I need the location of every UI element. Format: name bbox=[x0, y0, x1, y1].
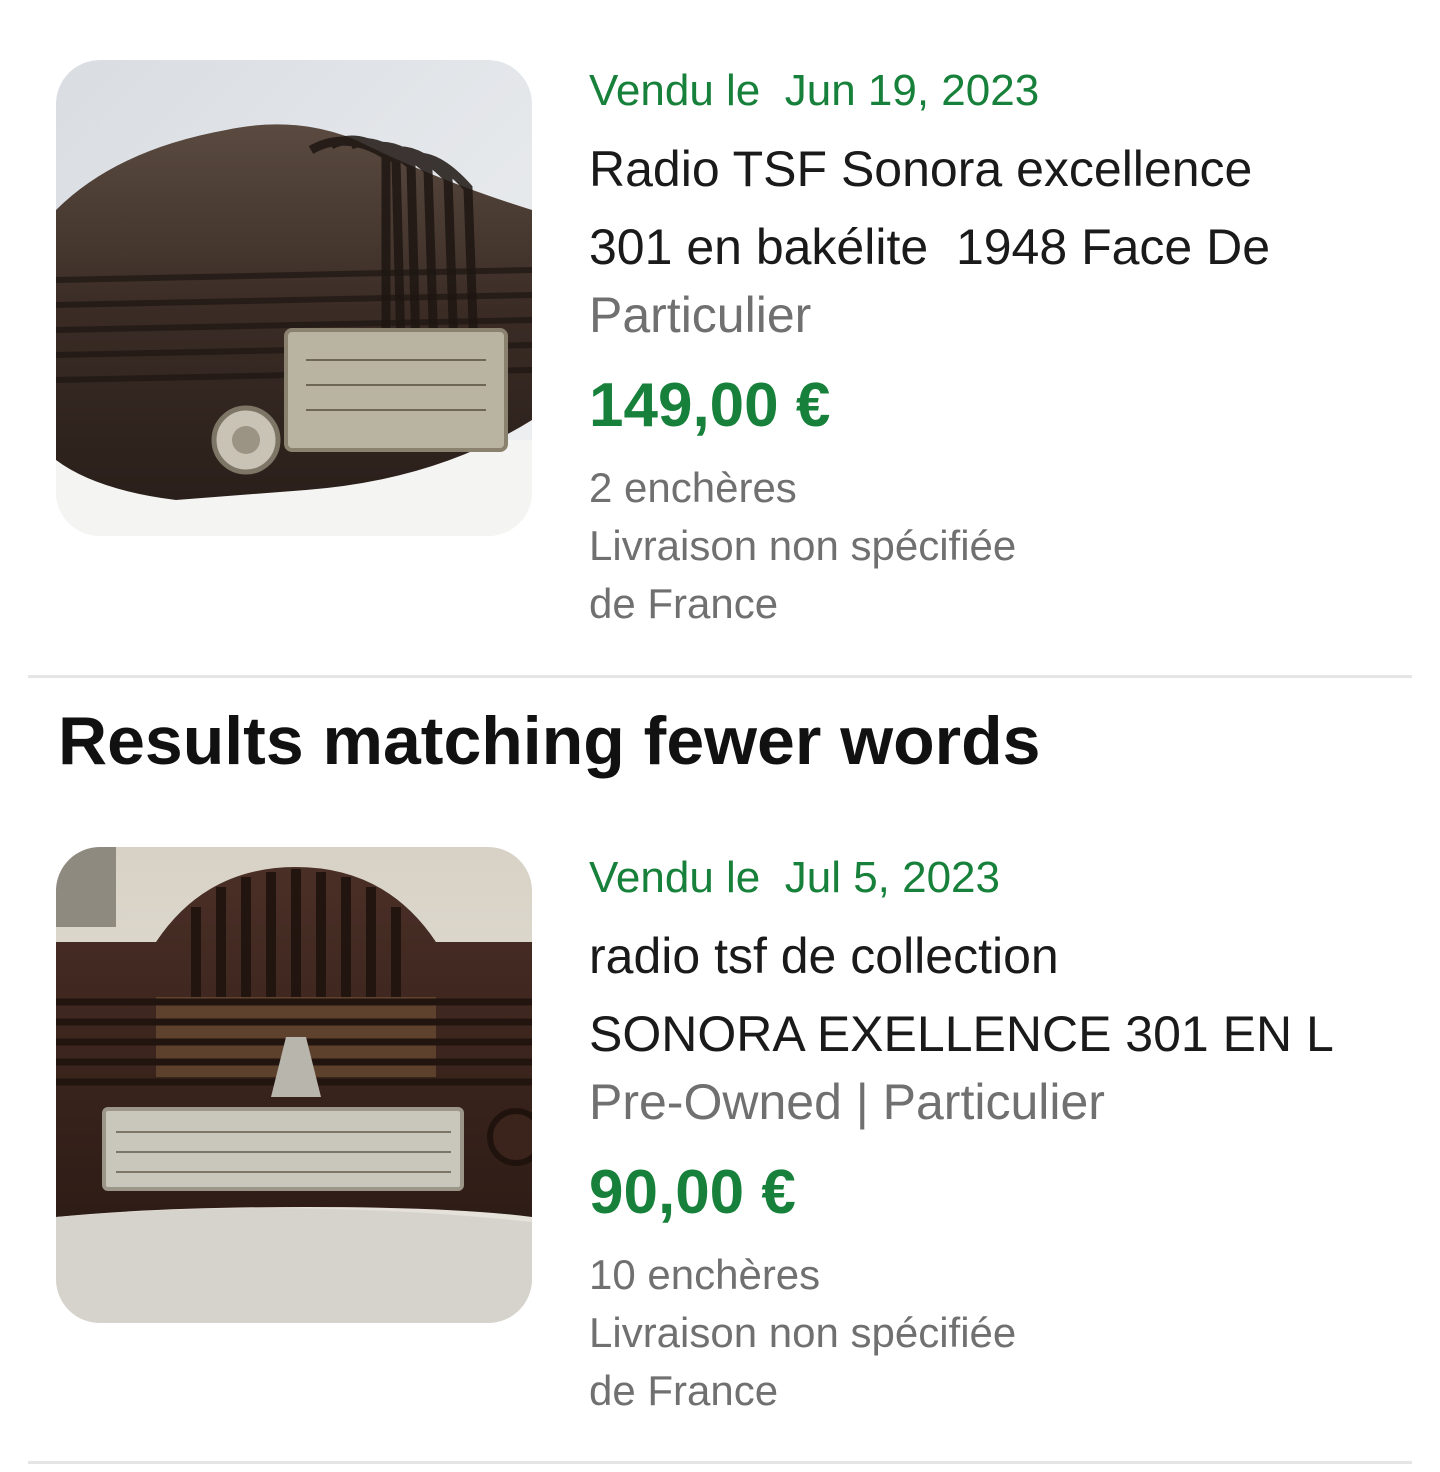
divider bbox=[28, 1461, 1412, 1464]
listing-card[interactable]: Vendu le Jun 19, 2023 Radio TSF Sonora e… bbox=[0, 60, 1440, 640]
listing-title-line-2[interactable]: 301 en bakélite 1948 Face De bbox=[589, 216, 1270, 278]
bid-count: 2 enchères bbox=[589, 464, 797, 511]
bid-count: 10 enchères bbox=[589, 1251, 821, 1298]
listing-thumbnail[interactable] bbox=[56, 847, 532, 1323]
sold-date: Vendu le Jul 5, 2023 bbox=[589, 853, 1000, 902]
listing-thumbnail[interactable] bbox=[56, 60, 532, 536]
listing-card[interactable]: Vendu le Jul 5, 2023 radio tsf de collec… bbox=[0, 847, 1440, 1427]
listing-price: 149,00 € bbox=[589, 371, 831, 440]
radio-photo-2 bbox=[56, 847, 532, 1323]
listing-title-line-2[interactable]: SONORA EXELLENCE 301 EN L bbox=[589, 1003, 1334, 1065]
sold-date: Vendu le Jun 19, 2023 bbox=[589, 66, 1040, 115]
divider bbox=[28, 675, 1412, 678]
radio-photo-1 bbox=[56, 60, 532, 536]
shipping-info: Livraison non spécifiée bbox=[589, 522, 1017, 569]
listing-title-line-1[interactable]: radio tsf de collection bbox=[589, 925, 1059, 987]
shipping-info: Livraison non spécifiée bbox=[589, 1309, 1017, 1356]
listing-subtitle: Particulier bbox=[589, 287, 812, 343]
listing-subtitle: Pre-Owned | Particulier bbox=[589, 1074, 1105, 1130]
listing-price: 90,00 € bbox=[589, 1158, 796, 1227]
section-heading: Results matching fewer words bbox=[58, 703, 1041, 779]
item-location: de France bbox=[589, 1367, 779, 1414]
listing-title-line-1[interactable]: Radio TSF Sonora excellence bbox=[589, 138, 1252, 200]
item-location: de France bbox=[589, 580, 779, 627]
